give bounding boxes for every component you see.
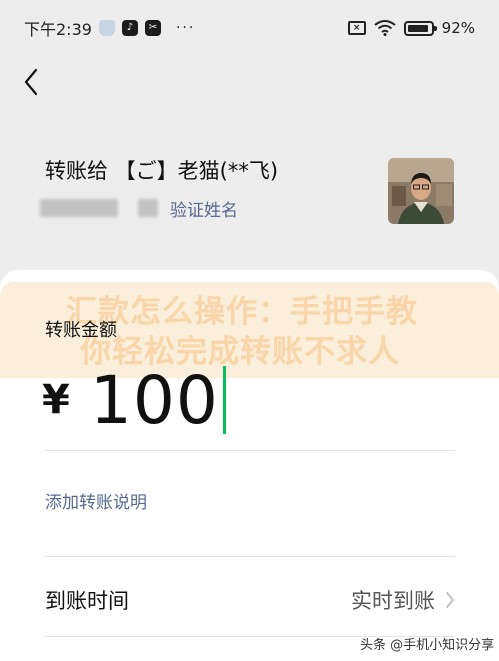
- amount-input[interactable]: ¥ 100: [42, 360, 226, 440]
- amount-divider: [45, 450, 455, 451]
- arrival-time-label: 到账时间: [45, 589, 129, 613]
- capcut-icon: ✂: [144, 20, 161, 36]
- sim-off-icon: ×: [347, 21, 366, 35]
- arrival-time-value: 实时到账: [351, 589, 435, 613]
- battery-icon: [403, 20, 437, 36]
- status-right: × 92%: [347, 19, 475, 37]
- avatar-photo: [388, 158, 454, 224]
- masked-account-number: [40, 199, 118, 217]
- tiktok-icon: ♪: [121, 20, 138, 36]
- note-divider: [45, 556, 455, 557]
- chevron-right-icon: [446, 592, 454, 608]
- cloud-icon: [98, 20, 115, 36]
- verify-name-link[interactable]: 验证姓名: [170, 196, 238, 221]
- status-bar: 下午2:39 ♪ ✂ ··· × 92%: [0, 0, 499, 56]
- text-cursor: [222, 366, 226, 434]
- add-transfer-note-link[interactable]: 添加转账说明: [45, 488, 147, 513]
- banner-line-1: 汇款怎么操作：手把手教: [66, 294, 418, 330]
- chevron-left-icon: [24, 68, 38, 96]
- status-left: 下午2:39 ♪ ✂ ···: [24, 16, 195, 40]
- watermark: 头条 @手机小知识分享: [360, 638, 495, 653]
- wifi-icon: [374, 20, 396, 36]
- payee-account-row: 验证姓名: [40, 196, 238, 221]
- back-button[interactable]: [16, 64, 46, 100]
- avatar: [388, 158, 454, 224]
- more-notifications-icon: ···: [175, 20, 196, 36]
- amount-value: 100: [89, 361, 219, 439]
- masked-name-block: [138, 199, 158, 217]
- status-time: 下午2:39: [24, 20, 92, 39]
- payee-name: 转账给 【ご】老猫(**飞): [45, 159, 279, 183]
- currency-symbol: ¥: [42, 377, 70, 423]
- arrival-time-selector[interactable]: 实时到账: [351, 585, 455, 615]
- battery-percent: 92%: [441, 19, 475, 37]
- amount-label: 转账金额: [45, 320, 117, 341]
